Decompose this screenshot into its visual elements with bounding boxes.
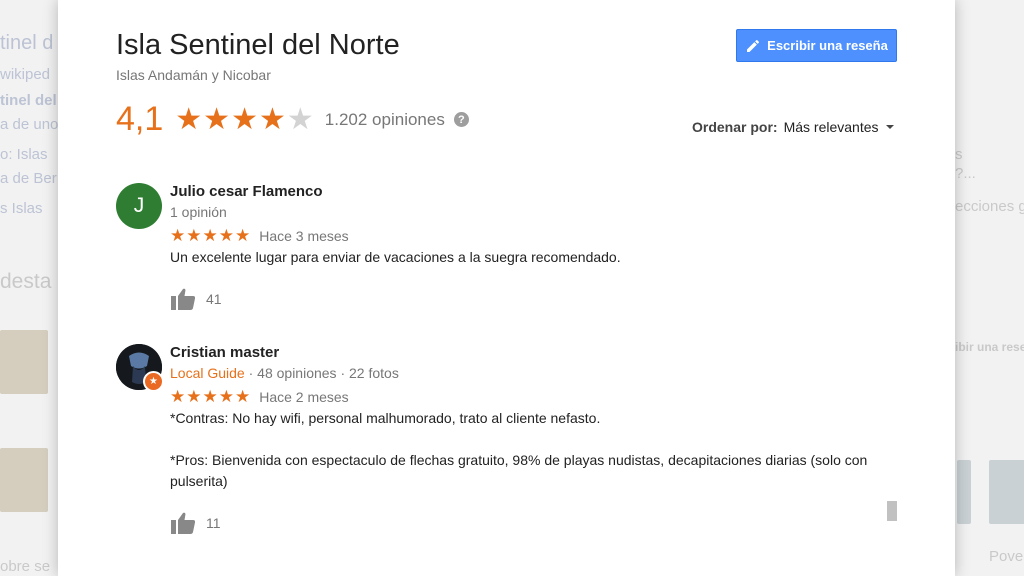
bg-text: desta [0,270,52,293]
bg-thumbnail [0,448,48,512]
review-time: Hace 3 meses [259,227,349,244]
review-author-meta: Local Guide · 48 opiniones · 22 fotos [170,365,870,381]
review-author-meta: 1 opinión [170,204,227,220]
review-body: Julio cesar Flamenco 1 opinión ★★★★★ Hac… [170,183,870,310]
sort-dropdown[interactable]: Ordenar por: Más relevantes [692,119,894,135]
review-text: *Contras: No hay wifi, personal malhumor… [170,410,868,489]
bg-thumbnail [0,330,48,394]
review-body: Cristian master Local Guide · 48 opinion… [170,344,870,534]
scrollbar-thumb[interactable] [887,501,897,521]
review-text: Un excelente lugar para enviar de vacaci… [170,249,621,265]
thumbs-up-icon [171,288,196,310]
bg-text: ibir una rese [955,340,1024,354]
review-author[interactable]: Cristian master [170,344,870,363]
local-guide-label: Local Guide [170,365,245,381]
rating-stars: ★★★★★ [175,102,315,136]
bg-text: ecciones g [955,198,1024,215]
rating-value: 4,1 [116,100,164,138]
review-time: Hace 2 meses [259,388,349,405]
star-icon: ★ [231,102,259,136]
review-stars: ★★★★★ [170,226,252,245]
thumbs-up-icon [171,512,196,534]
star-icon: ★ [258,102,287,136]
bg-text: o: Islas [0,146,48,163]
place-subtitle: Islas Andamán y Nicobar [116,67,271,83]
bg-text: ?... [955,165,976,182]
bg-text: s [955,146,963,163]
review-rating-row: ★★★★★ Hace 2 meses [170,388,870,405]
bg-text: a de Ber [0,170,57,187]
like-button[interactable]: 41 [170,288,870,310]
chevron-down-icon [885,125,894,129]
pencil-icon [747,39,760,52]
review-count: 1.202 opiniones [324,109,445,129]
bg-thumbnail [957,460,971,524]
like-button[interactable]: 11 [170,512,870,534]
review-rating-row: ★★★★★ Hace 3 meses [170,227,870,244]
like-count: 11 [206,515,221,531]
local-guide-star-icon: ★ [143,371,164,392]
bg-text: tinel del [0,92,57,109]
bg-text: Pove [989,548,1024,565]
author-stats: · 48 opiniones · 22 fotos [244,365,399,381]
background-right-column: s ?... ecciones g ibir una rese Pove [955,0,1024,576]
avatar[interactable]: J [116,183,162,229]
sort-label: Ordenar por: [692,119,778,135]
bg-text: obre se [0,558,51,575]
star-icon: ★ [175,102,204,136]
like-count: 41 [206,291,222,307]
reviews-dialog: Isla Sentinel del Norte Islas Andamán y … [58,0,955,576]
help-icon[interactable]: ? [453,112,469,127]
review-author[interactable]: Julio cesar Flamenco [170,183,870,202]
write-review-button[interactable]: Escribir una reseña [736,29,897,62]
review-stars: ★★★★★ [170,387,252,406]
avatar[interactable]: ★ [116,344,164,392]
bg-thumbnail [989,460,1024,524]
bg-text: wikiped [0,66,51,83]
bg-text: s Islas [0,200,43,217]
rating-summary: 4,1 ★★★★★ 1.202 opiniones ? [116,100,469,139]
background-left-column: tinel d wikiped tinel del a de uno o: Is… [0,0,58,576]
write-review-label: Escribir una reseña [767,38,888,53]
bg-text: a de uno [0,116,58,133]
star-icon: ★ [203,102,232,136]
sort-value: Más relevantes [783,119,879,135]
star-empty-icon: ★ [286,102,315,136]
bg-text: tinel d [0,32,54,54]
place-title: Isla Sentinel del Norte [116,29,400,61]
